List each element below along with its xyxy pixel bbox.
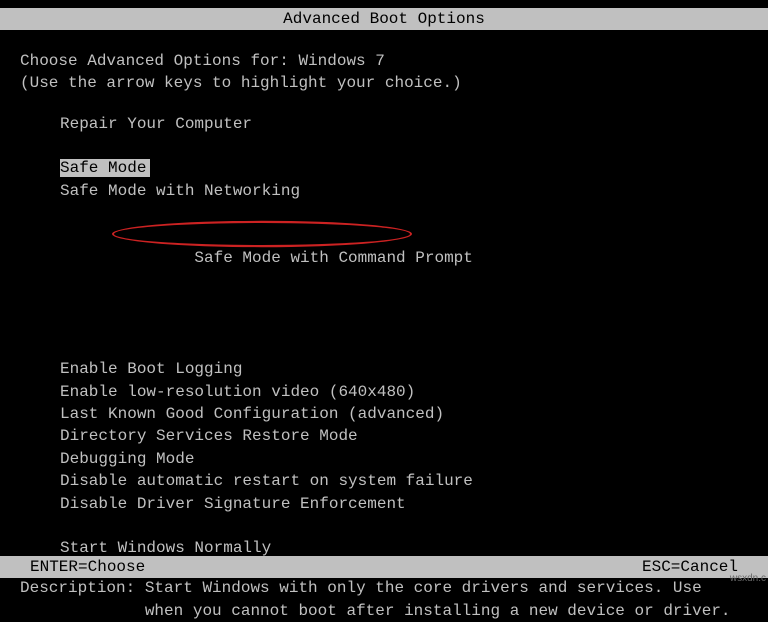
menu-item-safe-mode[interactable]: Safe Mode	[20, 157, 748, 179]
highlight-circle-icon	[112, 221, 412, 247]
menu-item-disable-restart[interactable]: Disable automatic restart on system fail…	[20, 470, 748, 492]
circled-option: Safe Mode with Command Prompt	[118, 224, 473, 314]
menu-item-repair[interactable]: Repair Your Computer	[20, 113, 748, 135]
description-label: Description:	[20, 579, 145, 597]
menu-item-boot-logging[interactable]: Enable Boot Logging	[20, 358, 748, 380]
menu-item-low-res[interactable]: Enable low-resolution video (640x480)	[20, 381, 748, 403]
menu-spacer	[20, 515, 748, 537]
boot-menu[interactable]: Repair Your Computer Safe Mode Safe Mode…	[20, 113, 748, 560]
footer-enter-hint: ENTER=Choose	[30, 558, 145, 576]
page-title: Advanced Boot Options	[283, 10, 485, 28]
header-line-1: Choose Advanced Options for: Windows 7	[20, 50, 748, 72]
menu-spacer	[20, 135, 748, 157]
footer-esc-hint: ESC=Cancel	[642, 558, 738, 576]
menu-item-safe-mode-cmd[interactable]: Safe Mode with Command Prompt	[20, 202, 748, 336]
menu-item-debugging[interactable]: Debugging Mode	[20, 448, 748, 470]
watermark-text: wsxdn.c	[730, 573, 766, 584]
menu-item-safe-mode-networking[interactable]: Safe Mode with Networking	[20, 180, 748, 202]
header-line-2: (Use the arrow keys to highlight your ch…	[20, 72, 748, 94]
description-block: Description: Start Windows with only the…	[20, 577, 748, 622]
footer-bar: ENTER=Choose ESC=Cancel	[0, 556, 768, 578]
title-bar: Advanced Boot Options	[0, 8, 768, 30]
menu-item-disable-sig[interactable]: Disable Driver Signature Enforcement	[20, 493, 748, 515]
menu-item-last-known-good[interactable]: Last Known Good Configuration (advanced)	[20, 403, 748, 425]
content-area: Choose Advanced Options for: Windows 7 (…	[0, 30, 768, 622]
menu-item-ds-restore[interactable]: Directory Services Restore Mode	[20, 425, 748, 447]
menu-spacer	[20, 336, 748, 358]
